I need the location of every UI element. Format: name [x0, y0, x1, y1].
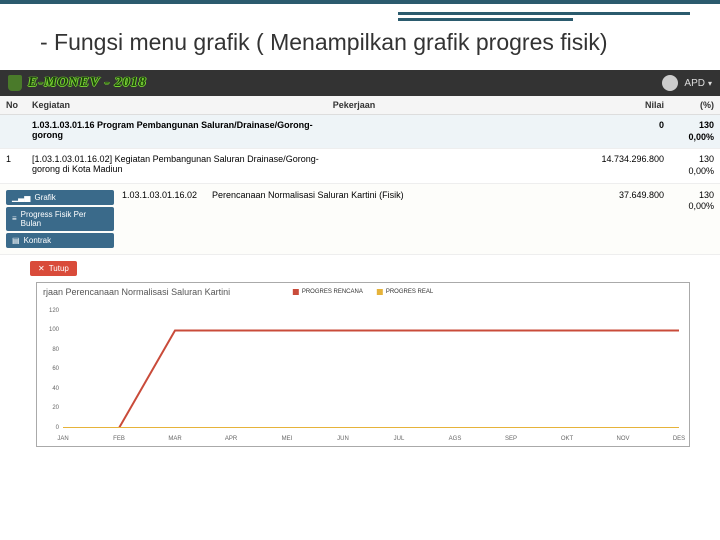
kegiatan-pct: 0,00%	[688, 166, 714, 176]
kegiatan-nilai: 14.734.296.800	[564, 154, 664, 164]
x-tick: OKT	[561, 436, 573, 442]
x-tick: FEB	[113, 436, 125, 442]
app-bar: E-MONEV - 2018 APD ▾	[0, 70, 720, 96]
program-nilai: 0	[564, 120, 664, 130]
detail-pct: 0,00%	[688, 201, 714, 211]
program-name: 1.03.1.03.01.16 Program Pembangunan Salu…	[32, 120, 333, 140]
y-tick: 20	[43, 405, 59, 411]
x-tick: JAN	[57, 436, 68, 442]
kegiatan-row[interactable]: 1 [1.03.1.03.01.16.02] Kegiatan Pembangu…	[0, 149, 720, 183]
chart: rjaan Perencanaan Normalisasi Saluran Ka…	[36, 282, 690, 447]
avatar-icon[interactable]	[662, 75, 678, 91]
row-no: 1	[6, 154, 32, 164]
x-tick: NOV	[616, 436, 629, 442]
detail-code: 1.03.1.03.01.16.02	[122, 190, 212, 248]
y-tick: 60	[43, 366, 59, 372]
page-title: - Fungsi menu grafik ( Menampilkan grafi…	[40, 29, 690, 56]
table-header: No Kegiatan Pekerjaan Nilai (%)	[0, 96, 720, 115]
chevron-down-icon[interactable]: ▾	[708, 79, 712, 88]
detail-count: 130	[699, 190, 714, 200]
y-tick: 100	[43, 327, 59, 333]
chart-legend: PROGRES RENCANA PROGRES REAL	[293, 289, 433, 295]
program-count: 130	[699, 120, 714, 130]
list-icon: ≡	[12, 214, 17, 223]
chart-icon: ▁▃▅	[12, 193, 30, 202]
program-row[interactable]: 1.03.1.03.01.16 Program Pembangunan Salu…	[0, 115, 720, 149]
chart-title: rjaan Perencanaan Normalisasi Saluran Ka…	[43, 287, 230, 297]
user-menu[interactable]: APD	[684, 78, 705, 89]
col-kegiatan: Kegiatan	[32, 100, 333, 110]
col-no: No	[6, 100, 32, 110]
x-tick: JUN	[337, 436, 349, 442]
x-tick: MAR	[168, 436, 181, 442]
crest-icon	[8, 75, 22, 91]
x-tick: JUL	[394, 436, 405, 442]
detail-desc: Perencanaan Normalisasi Saluran Kartini …	[212, 190, 564, 248]
progress-button[interactable]: ≡Progress Fisik Per Bulan	[6, 207, 114, 231]
y-tick: 0	[43, 425, 59, 431]
grafik-button[interactable]: ▁▃▅Grafik	[6, 190, 114, 205]
x-tick: MEI	[282, 436, 293, 442]
col-pct: (%)	[664, 100, 714, 110]
col-nilai: Nilai	[564, 100, 664, 110]
col-pekerjaan: Pekerjaan	[333, 100, 564, 110]
detail-nilai: 37.649.800	[564, 190, 664, 248]
x-tick: AGS	[449, 436, 462, 442]
x-tick: DES	[673, 436, 685, 442]
kegiatan-count: 130	[699, 154, 714, 164]
y-tick: 120	[43, 308, 59, 314]
y-tick: 80	[43, 347, 59, 353]
program-pct: 0,00%	[688, 132, 714, 142]
y-tick: 40	[43, 386, 59, 392]
document-icon: ▤	[12, 236, 20, 245]
x-tick: SEP	[505, 436, 517, 442]
x-tick: APR	[225, 436, 237, 442]
detail-row: ▁▃▅Grafik ≡Progress Fisik Per Bulan ▤Kon…	[0, 184, 720, 255]
legend-swatch-a	[293, 289, 299, 295]
legend-swatch-b	[377, 289, 383, 295]
brand: E-MONEV - 2018	[28, 75, 147, 91]
tutup-button[interactable]: ✕Tutup	[30, 261, 77, 276]
kontrak-button[interactable]: ▤Kontrak	[6, 233, 114, 248]
close-icon: ✕	[38, 264, 45, 273]
kegiatan-name: [1.03.1.03.01.16.02] Kegiatan Pembanguna…	[32, 154, 333, 174]
